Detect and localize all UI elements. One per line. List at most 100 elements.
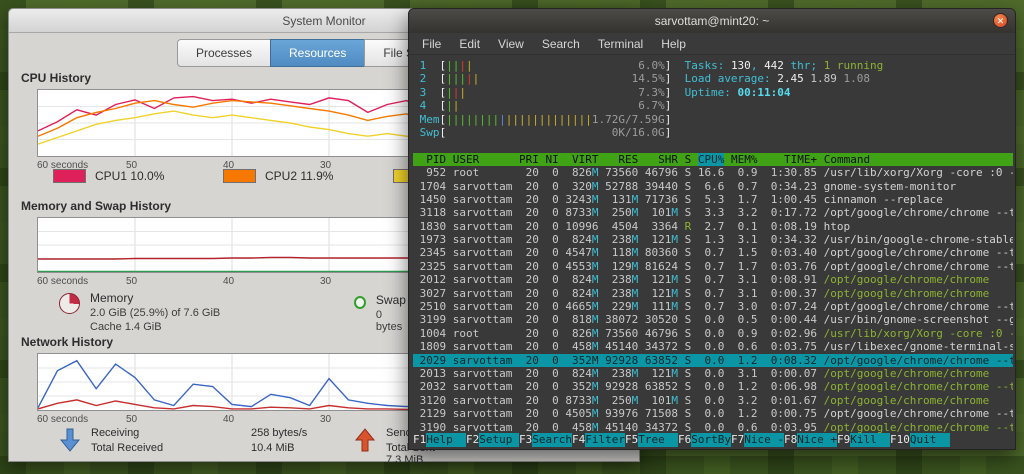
process-row-3120[interactable]: 3120 sarvottam 20 0 8733M 250M 101M S 0.…: [413, 394, 1013, 407]
process-row-3118[interactable]: 3118 sarvottam 20 0 8733M 250M 101M S 3.…: [413, 206, 1013, 219]
column-header-pri[interactable]: PRI: [519, 153, 539, 166]
process-row-3027[interactable]: 3027 sarvottam 20 0 824M 238M 121M S 0.7…: [413, 287, 1013, 300]
system-monitor-title: System Monitor: [282, 14, 366, 28]
column-header-pid[interactable]: PID: [413, 153, 446, 166]
memory-label: Memory: [90, 291, 134, 305]
column-header-cpupct[interactable]: CPU%: [697, 152, 725, 166]
memory-cache-value: Cache 1.4 GiB: [90, 321, 162, 333]
cpu-legend-item-1: CPU1 10.0%: [53, 169, 223, 183]
process-row-1830[interactable]: 1830 sarvottam 20 0 10996 4504 3364 R 2.…: [413, 220, 1013, 233]
htop-output: 1 [|||| 6.0%] Tasks: 130, 442 thr; 1 run…: [413, 59, 1013, 434]
legend-swatch: [223, 169, 256, 183]
axis-tick-label: 60 seconds: [37, 414, 89, 425]
axis-tick-label: 40: [223, 414, 235, 425]
memory-legend-item: Memory 2.0 GiB (25.9%) of 7.6 GiB Cache …: [59, 291, 220, 333]
fkey-f2[interactable]: F2 Setup: [466, 433, 519, 447]
fkey-f10[interactable]: F10 Quit: [890, 433, 950, 447]
fkey-f5[interactable]: F5 Tree: [625, 433, 678, 447]
process-row-2325[interactable]: 2325 sarvottam 20 0 4553M 129M 81624 S 0…: [413, 260, 1013, 273]
menu-view[interactable]: View: [489, 33, 533, 55]
process-row-1973[interactable]: 1973 sarvottam 20 0 824M 238M 121M S 1.3…: [413, 233, 1013, 246]
process-row-2032[interactable]: 2032 sarvottam 20 0 352M 92928 63852 S 0…: [413, 380, 1013, 393]
terminal-screen[interactable]: 1 [|||| 6.0%] Tasks: 130, 442 thr; 1 run…: [409, 55, 1015, 449]
fkey-f4[interactable]: F4 Filter: [572, 433, 625, 447]
swap-ring-icon: [354, 296, 366, 309]
fkey-f1[interactable]: F1 Help: [413, 433, 466, 447]
process-table-header[interactable]: PID USER PRI NI VIRT RES SHR S CPU% MEM%…: [413, 152, 1013, 167]
axis-tick-label: 40: [223, 276, 235, 287]
process-row-1450[interactable]: 1450 sarvottam 20 0 3243M 131M 71736 S 5…: [413, 193, 1013, 206]
legend-label: CPU2 11.9%: [265, 169, 334, 183]
mem-meter: Mem[||||||||||||||||||||||1.72G/7.59G]: [419, 112, 672, 126]
process-row-1809[interactable]: 1809 sarvottam 20 0 458M 45140 34372 S 0…: [413, 340, 1013, 353]
fkey-f6[interactable]: F6 SortBy: [678, 433, 731, 447]
cpu-meter-2: 2 [||||| 14.5%] Load average: 2.45 1.89 …: [419, 72, 871, 86]
memory-value: 2.0 GiB (25.9%) of 7.6 GiB: [90, 307, 221, 319]
process-row-2129[interactable]: 2129 sarvottam 20 0 4505M 93976 71508 S …: [413, 407, 1013, 420]
memory-history-heading: Memory and Swap History: [21, 199, 172, 213]
menu-terminal[interactable]: Terminal: [589, 33, 652, 55]
column-header-ni[interactable]: NI: [545, 153, 558, 166]
column-header-user[interactable]: USER: [453, 153, 513, 166]
cpu-meter-4: 4 [|| 6.7%]: [419, 99, 672, 113]
total-received-label: Total Received: [91, 442, 164, 454]
menu-edit[interactable]: Edit: [450, 33, 489, 55]
memory-pie-icon: [59, 293, 80, 314]
process-row-2013[interactable]: 2013 sarvottam 20 0 824M 238M 121M S 0.0…: [413, 367, 1013, 380]
receiving-label: Receiving: [91, 427, 140, 439]
total-sent-value: 7.3 MiB: [386, 454, 424, 466]
cpu-meter-1: 1 [|||| 6.0%] Tasks: 130, 442 thr; 1 run…: [419, 59, 884, 72]
cpu-meter-3: 3 [||| 7.3%] Uptime: 00:11:04: [419, 85, 791, 99]
menu-help[interactable]: Help: [652, 33, 695, 55]
process-row-3190[interactable]: 3190 sarvottam 20 0 458M 45140 34372 S 0…: [413, 421, 1013, 434]
receiving-value: 258 bytes/s: [251, 427, 308, 439]
terminal-title: sarvottam@mint20: ~: [654, 14, 770, 28]
htop-function-key-bar: F1 Help F2 Setup F3 Search F4 Filter F5 Tree F6…: [413, 433, 1011, 447]
column-header-res[interactable]: RES: [605, 153, 638, 166]
desktop-background: System Monitor ProcessesResourcesFile Sy…: [0, 0, 1024, 474]
menu-search[interactable]: Search: [533, 33, 589, 55]
fkey-f3[interactable]: F3 Search: [519, 433, 572, 447]
process-row-2510[interactable]: 2510 sarvottam 20 0 4665M 229M 111M S 0.…: [413, 300, 1013, 313]
fkey-f8[interactable]: F8 Nice +: [784, 433, 837, 447]
axis-tick-label: 30: [320, 276, 332, 287]
memory-legend: Memory 2.0 GiB (25.9%) of 7.6 GiB Cache …: [59, 291, 406, 335]
tab-resources[interactable]: Resources: [269, 39, 366, 67]
terminal-menubar: File Edit View Search Terminal Help: [409, 33, 1015, 55]
menu-file[interactable]: File: [413, 33, 450, 55]
close-button[interactable]: ✕: [993, 13, 1008, 28]
process-row-3199[interactable]: 3199 sarvottam 20 0 818M 38072 30520 S 0…: [413, 313, 1013, 326]
column-header-virt[interactable]: VIRT: [565, 153, 599, 166]
network-history-heading: Network History: [21, 335, 114, 349]
column-header-shr[interactable]: SHR: [645, 153, 678, 166]
fkey-f7[interactable]: F7 Nice -: [731, 433, 784, 447]
swap-label: Swap: [375, 293, 406, 307]
process-row-952[interactable]: 952 root 20 0 826M 73560 46796 S 16.6 0.…: [413, 166, 1013, 179]
terminal-window: sarvottam@mint20: ~ ✕ File Edit View Search…: [408, 8, 1016, 450]
column-header-command[interactable]: Command: [824, 153, 870, 166]
fkey-f9[interactable]: F9 Kill: [837, 433, 890, 447]
column-header-time[interactable]: TIME+: [764, 153, 817, 166]
axis-tick-label: 50: [126, 414, 138, 425]
axis-tick-label: 60 seconds: [37, 276, 89, 287]
cpu-legend-item-2: CPU2 11.9%: [223, 169, 393, 183]
process-row-2012[interactable]: 2012 sarvottam 20 0 824M 238M 121M S 0.7…: [413, 273, 1013, 286]
terminal-titlebar[interactable]: sarvottam@mint20: ~ ✕: [409, 9, 1015, 33]
process-row-2345[interactable]: 2345 sarvottam 20 0 4547M 118M 80360 S 0…: [413, 246, 1013, 259]
axis-tick-label: 50: [126, 276, 138, 287]
process-row-2029[interactable]: 2029 sarvottam 20 0 352M 92928 63852 S 0…: [413, 353, 1013, 367]
legend-label: CPU1 10.0%: [95, 169, 165, 183]
swap-value: 0 bytes: [375, 309, 403, 333]
process-row-1704[interactable]: 1704 sarvottam 20 0 320M 52788 39440 S 6…: [413, 180, 1013, 193]
arrow-up-icon: [354, 428, 376, 452]
cpu-history-heading: CPU History: [21, 71, 92, 85]
total-received-value: 10.4 MiB: [251, 442, 295, 454]
column-header-mempct[interactable]: MEM%: [731, 153, 758, 166]
tab-processes[interactable]: Processes: [176, 39, 271, 67]
axis-tick-label: 30: [320, 414, 332, 425]
process-row-1004[interactable]: 1004 root 20 0 826M 73560 46796 S 0.0 0.…: [413, 327, 1013, 340]
legend-swatch: [53, 169, 86, 183]
arrow-down-icon: [59, 428, 81, 452]
network-receiving-legend: Receiving 258 bytes/s Total Received 10.4 …: [59, 427, 307, 457]
swap-meter: Swp[ 0K/16.0G]: [419, 125, 672, 139]
